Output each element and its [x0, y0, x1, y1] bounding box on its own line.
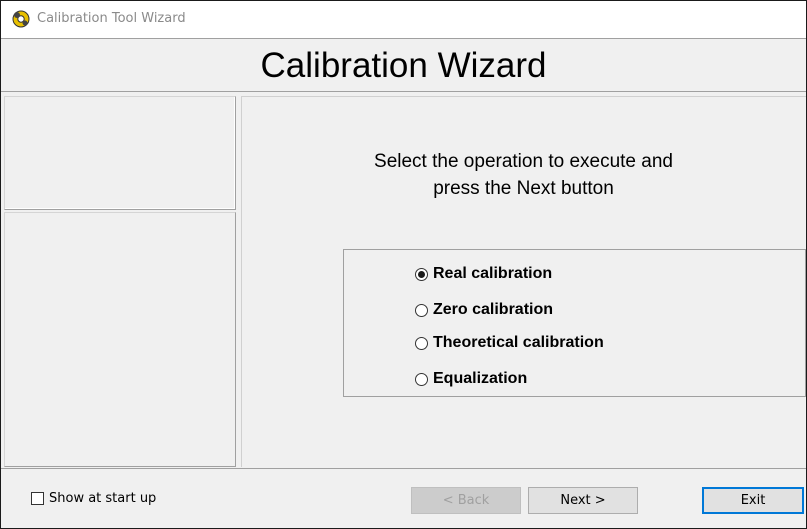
radio-button[interactable]	[415, 336, 428, 350]
back-button[interactable]: < Back	[411, 487, 521, 514]
window-title: Calibration Tool Wizard	[37, 11, 186, 26]
instruction-line-2: press the Next button	[433, 178, 614, 199]
instruction-line-1: Select the operation to execute and	[374, 151, 673, 172]
left-panel-bottom	[4, 212, 236, 467]
checkbox-label: Show at start up	[49, 491, 157, 506]
checkbox-box[interactable]	[31, 492, 44, 505]
option-label: Theoretical calibration	[433, 334, 604, 351]
instruction-text: Select the operation to execute and pres…	[241, 148, 806, 202]
option-real-calibration[interactable]: Real calibration	[415, 263, 552, 285]
page-title: Calibration Wizard	[260, 46, 547, 85]
radio-button[interactable]	[415, 303, 428, 317]
option-label: Real calibration	[433, 265, 553, 282]
option-theoretical-calibration[interactable]: Theoretical calibration	[415, 332, 604, 354]
wizard-window: Calibration Tool Wizard Calibration Wiza…	[0, 0, 807, 529]
wizard-header: Calibration Wizard	[1, 38, 806, 92]
operation-group	[343, 249, 806, 397]
option-label: Equalization	[433, 370, 528, 387]
option-label: Zero calibration	[433, 301, 554, 318]
radio-button-selected[interactable]	[415, 267, 428, 281]
radio-button[interactable]	[415, 372, 428, 386]
option-zero-calibration[interactable]: Zero calibration	[415, 299, 553, 321]
title-bar[interactable]: Calibration Tool Wizard	[1, 1, 806, 38]
show-at-startup-checkbox[interactable]: Show at start up	[31, 491, 156, 506]
gear-wrench-icon	[12, 10, 30, 28]
left-panel-top	[4, 96, 236, 210]
option-equalization[interactable]: Equalization	[415, 368, 527, 390]
exit-button[interactable]: Exit	[702, 487, 804, 514]
next-button[interactable]: Next >	[528, 487, 638, 514]
